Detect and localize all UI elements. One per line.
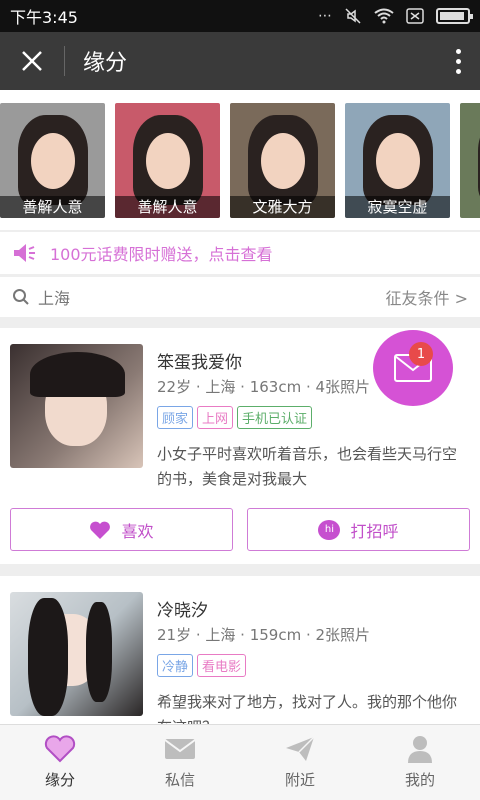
profile-name[interactable]: 冷晓汐 bbox=[157, 596, 208, 621]
profile-card: 冷晓汐 21岁 · 上海 · 159cm · 2张照片 冷静 看电影 希望我来对… bbox=[0, 576, 480, 726]
more-dot-icon bbox=[455, 58, 461, 64]
page-title: 缘分 bbox=[83, 51, 128, 76]
more-dot-icon bbox=[455, 68, 461, 74]
profile-meta: 21岁 · 上海 · 159cm · 2张照片 bbox=[157, 626, 371, 644]
close-button[interactable] bbox=[0, 32, 64, 90]
featured-users: 善解人意 善解人意 文雅大方 寂寞空虚 bbox=[0, 90, 480, 230]
featured-user-card[interactable]: 善解人意 bbox=[0, 103, 105, 218]
unread-badge: 1 bbox=[409, 342, 433, 366]
title-divider bbox=[64, 46, 65, 76]
close-icon bbox=[22, 51, 42, 71]
status-icons: ⋯ bbox=[318, 7, 473, 25]
featured-user-label: 寂寞空虚 bbox=[345, 196, 450, 218]
more-options-button[interactable] bbox=[436, 32, 480, 90]
featured-user-card[interactable]: 文雅大方 bbox=[230, 103, 335, 218]
profile-tag: 顾家 bbox=[157, 406, 194, 429]
status-bar: 下午3:45 ⋯ bbox=[0, 0, 480, 32]
envelope-icon bbox=[164, 739, 196, 759]
bottom-nav: 缘分 私信 附近 我的 bbox=[0, 724, 480, 800]
profile-description: 希望我来对了地方，找对了人。我的那个他你在这吧？ bbox=[157, 693, 458, 726]
nav-label: 附近 bbox=[284, 771, 315, 789]
search-icon bbox=[13, 289, 29, 305]
avatar[interactable] bbox=[10, 344, 143, 468]
title-bar: 缘分 bbox=[0, 32, 480, 90]
nav-item-messages[interactable]: 私信 bbox=[120, 725, 240, 800]
promo-text: 100元话费限时赠送，点击查看 bbox=[50, 245, 273, 264]
profile-tag: 上网 bbox=[197, 406, 234, 429]
hi-chat-icon: hi bbox=[318, 519, 341, 540]
message-fab-button[interactable]: 1 bbox=[373, 330, 453, 406]
filter-button[interactable]: 征友条件 > bbox=[386, 285, 469, 309]
search-bar[interactable]: 上海 征友条件 > bbox=[0, 277, 480, 317]
greet-label: 打招呼 bbox=[350, 521, 399, 541]
person-icon bbox=[408, 736, 432, 763]
heart-icon bbox=[44, 735, 76, 763]
profile-tag: 看电影 bbox=[197, 654, 247, 677]
battery-icon bbox=[436, 8, 473, 24]
nav-label: 我的 bbox=[404, 771, 435, 789]
nav-label: 私信 bbox=[164, 771, 195, 789]
no-sim-icon bbox=[406, 8, 424, 24]
profile-tags: 顾家 上网 手机已认证 bbox=[157, 406, 313, 429]
nav-item-fate[interactable]: 缘分 bbox=[0, 725, 120, 800]
more-dot-icon bbox=[455, 48, 461, 54]
featured-user-card[interactable]: 寂寞空虚 bbox=[345, 103, 450, 218]
featured-user-label: 善解人意 bbox=[0, 196, 105, 218]
profile-tag: 手机已认证 bbox=[237, 406, 313, 429]
profile-tag: 冷静 bbox=[157, 654, 194, 677]
profile-description: 小女子平时喜欢听着音乐，也会看些天马行空的书，美食是对我最大 bbox=[157, 445, 458, 488]
featured-user-label: 文雅大方 bbox=[230, 196, 335, 218]
profile-meta: 22岁 · 上海 · 163cm · 4张照片 bbox=[157, 378, 371, 396]
speaker-icon bbox=[14, 244, 35, 262]
heart-icon bbox=[90, 521, 111, 539]
like-label: 喜欢 bbox=[121, 521, 154, 541]
search-city[interactable]: 上海 bbox=[38, 285, 70, 309]
featured-user-label: 善解人意 bbox=[115, 196, 220, 218]
greet-button[interactable]: hi 打招呼 bbox=[247, 508, 470, 551]
profile-tags: 冷静 看电影 bbox=[157, 654, 247, 677]
nav-item-me[interactable]: 我的 bbox=[360, 725, 480, 800]
paper-plane-icon bbox=[286, 736, 315, 761]
profile-name[interactable]: 笨蛋我爱你 bbox=[157, 348, 242, 373]
status-time: 下午3:45 bbox=[10, 8, 78, 27]
avatar[interactable] bbox=[10, 592, 143, 716]
featured-user-card[interactable] bbox=[460, 103, 480, 218]
promo-banner[interactable]: 100元话费限时赠送，点击查看 bbox=[0, 232, 480, 274]
featured-user-card[interactable]: 善解人意 bbox=[115, 103, 220, 218]
wifi-icon bbox=[374, 8, 394, 24]
nav-item-nearby[interactable]: 附近 bbox=[240, 725, 360, 800]
nav-label: 缘分 bbox=[44, 771, 75, 789]
mute-icon bbox=[345, 8, 361, 24]
like-button[interactable]: 喜欢 bbox=[10, 508, 233, 551]
signal-dots-icon: ⋯ bbox=[318, 8, 332, 24]
